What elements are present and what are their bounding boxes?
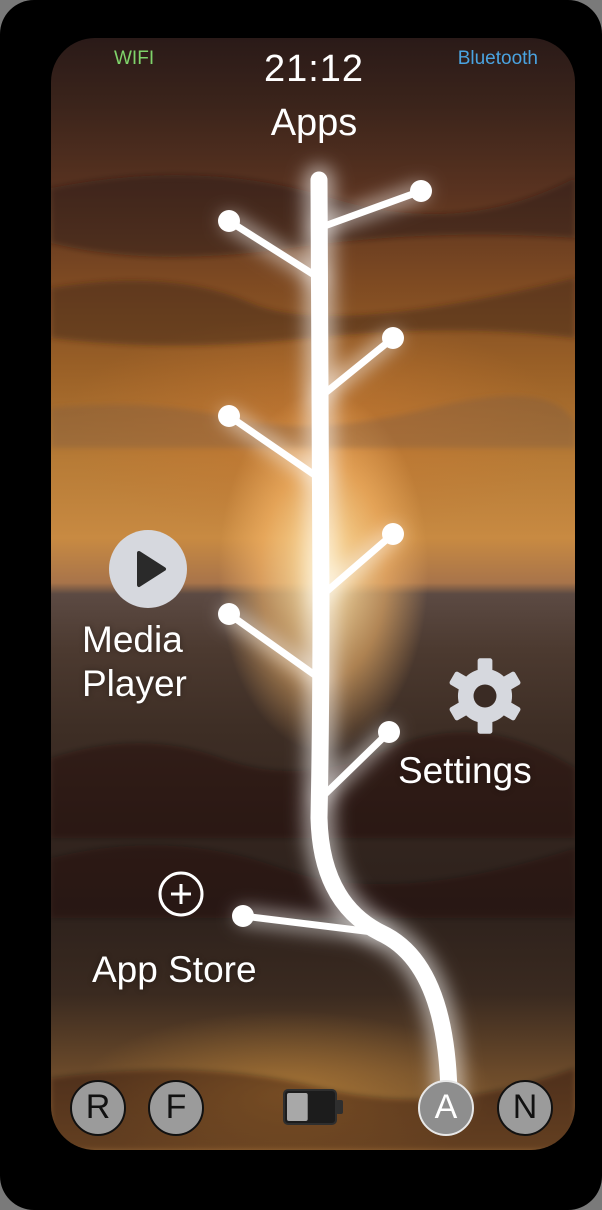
f-button[interactable]: F (148, 1080, 204, 1136)
branch-node[interactable] (382, 327, 404, 349)
settings-label[interactable]: Settings (398, 749, 532, 793)
plus-circle-icon[interactable] (156, 869, 206, 919)
n-button[interactable]: N (497, 1080, 553, 1136)
gear-icon[interactable] (444, 655, 526, 737)
play-icon[interactable] (108, 529, 188, 609)
branch-node[interactable] (218, 210, 240, 232)
branch-node[interactable] (218, 405, 240, 427)
a-button[interactable]: A (418, 1080, 474, 1136)
tree-branches (225, 171, 458, 1102)
battery-icon (283, 1089, 343, 1125)
r-button[interactable]: R (70, 1080, 126, 1136)
page-title: Apps (270, 102, 358, 144)
branch-node[interactable] (410, 180, 432, 202)
branch-node[interactable] (382, 523, 404, 545)
branch-node[interactable] (218, 603, 240, 625)
media-player-label[interactable]: Media Player (82, 618, 187, 706)
branch-node[interactable] (232, 905, 254, 927)
branch-node[interactable] (378, 721, 400, 743)
clock: 21:12 (263, 48, 365, 90)
app-store-label[interactable]: App Store (92, 948, 257, 992)
